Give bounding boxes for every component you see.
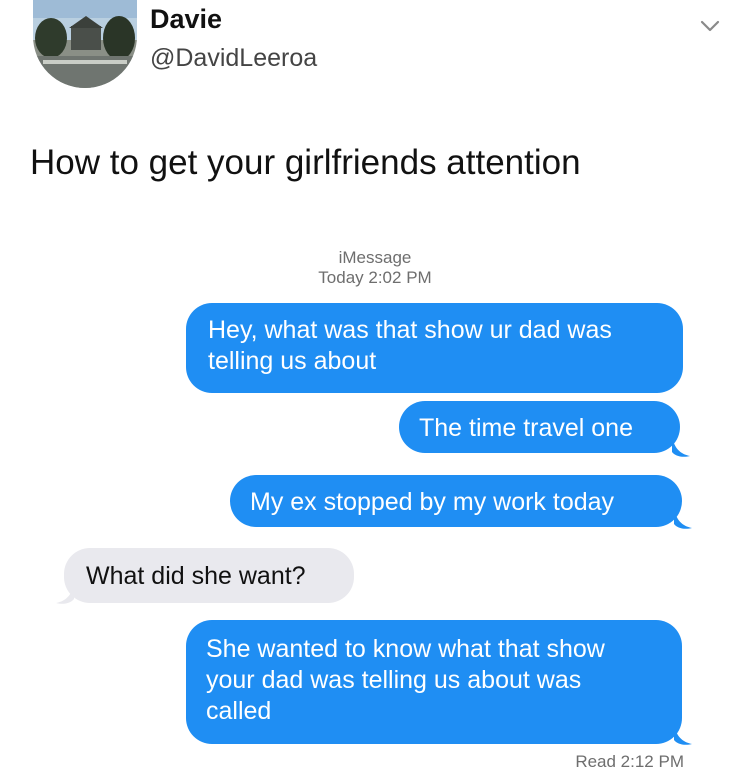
bubble-tail <box>674 508 692 529</box>
message-bubble-sent: The time travel one <box>399 401 680 453</box>
message-bubble-sent: My ex stopped by my work today <box>230 475 682 527</box>
user-handle[interactable]: @DavidLeeroa <box>150 44 317 73</box>
message-bubble-received: What did she want? <box>64 548 354 603</box>
tweet-text: How to get your girlfriends attention <box>30 143 581 182</box>
message-line: telling us about <box>208 347 377 375</box>
message-bubble-sent: She wanted to know what that show your d… <box>186 620 682 744</box>
read-receipt: Read 2:12 PM <box>575 752 684 771</box>
imessage-service-label: iMessage <box>338 248 412 267</box>
chevron-down-icon[interactable] <box>699 17 721 35</box>
message-bubble-sent: Hey, what was that show ur dad was telli… <box>186 303 683 393</box>
imessage-timestamp: Today 2:02 PM <box>318 268 432 287</box>
bubble-tail <box>672 436 690 457</box>
message-line: She wanted to know what that show <box>206 635 605 663</box>
avatar-image <box>33 0 137 88</box>
message-line: My ex stopped by my work today <box>250 488 615 516</box>
display-name[interactable]: Davie <box>150 4 222 35</box>
message-line: Hey, what was that show ur dad was <box>208 316 612 344</box>
bubble-tail <box>56 583 74 604</box>
message-line: The time travel one <box>419 414 633 442</box>
avatar[interactable] <box>33 0 137 88</box>
message-line: called <box>206 697 272 725</box>
message-line: What did she want? <box>86 562 306 590</box>
message-line: your dad was telling us about was <box>206 666 582 694</box>
bubble-tail <box>674 724 692 745</box>
